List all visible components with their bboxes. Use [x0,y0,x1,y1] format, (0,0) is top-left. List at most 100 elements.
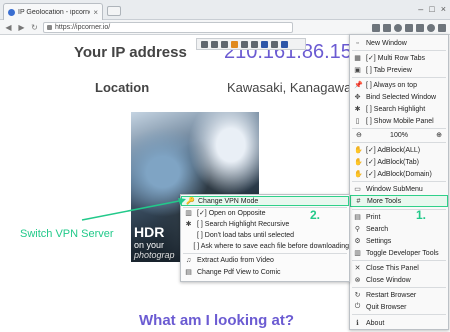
forward-icon[interactable]: ▶ [17,23,26,32]
open-opposite-icon: ▥ [185,210,192,217]
browser-tab[interactable]: IP Geolocation - ipcorne × [3,3,103,20]
submenu-item-change-vpn-mode[interactable]: 🔑 Change VPN Mode [181,196,349,206]
section-heading: What am I looking at? [139,312,295,329]
address-toolbar: ◀ ▶ ↻ https://ipcorner.io/ [0,20,450,35]
menu-divider [352,50,446,51]
multi-row-tabs-icon: ▦ [354,55,361,62]
menu-item-multi-row-tabs[interactable]: ▦ [✓] Multi Row Tabs [350,52,448,64]
menu-item-label: More Tools [367,197,402,205]
more-tools-submenu: 🔑 Change VPN Mode ▥ [✓] Open on Opposite… [180,194,350,282]
adblock-all-icon: ✋ [354,147,363,154]
settings-toolbar-icon[interactable] [427,23,435,32]
image-icon[interactable] [241,40,248,48]
menu-item-label: [✓] AdBlock(ALL) [366,147,421,154]
close-window-icon: ⊗ [354,277,361,284]
photo-caption-1: HDR [134,224,165,240]
menu-item-print[interactable]: ▤ Print [350,211,448,223]
submenu-item-lazy-load-tabs[interactable]: [ ] Don't load tabs until selected [181,230,349,240]
menu-item-settings[interactable]: ⚙ Settings [350,235,448,247]
menu-item-more-tools[interactable]: # More Tools [350,195,448,207]
menu-item-new-window[interactable]: ▫ New Window [350,37,448,49]
history-icon[interactable] [383,23,391,32]
annotation-label: Switch VPN Server [20,228,114,240]
pin-extension-icon[interactable] [271,40,278,48]
screenshot-icon[interactable] [372,23,380,32]
favicon-icon [8,8,15,16]
menu-item-developer-tools[interactable]: ▥ Toggle Developer Tools [350,247,448,259]
menu-item-adblock-all[interactable]: ✋ [✓] AdBlock(ALL) [350,144,448,156]
menu-item-mobile-panel[interactable]: ▯ [ ] Show Mobile Panel [350,115,448,127]
url-bar[interactable]: https://ipcorner.io/ [43,21,293,33]
menu-item-close-window[interactable]: ⊗ Close Window [350,274,448,286]
record-icon[interactable] [211,40,218,48]
window-submenu-icon: ▭ [354,186,361,193]
annotation-step-2: 2. [310,208,321,222]
submenu-item-label: [ ] Ask where to save each file before d… [193,242,349,250]
submenu-item-ask-save-location[interactable]: [ ] Ask where to save each file before d… [181,241,349,251]
menu-divider [352,287,446,288]
menu-item-label: [ ] Search Highlight [366,105,426,113]
print-icon: ▤ [354,214,361,221]
submenu-item-search-highlight-recursive[interactable]: ✱ [ ] Search Highlight Recursive [181,219,349,229]
download-icon[interactable] [416,23,424,32]
menu-item-bind-window[interactable]: ✥ Bind Selected Window [350,91,448,103]
menu-item-label: [✓] AdBlock(Domain) [366,171,432,178]
menu-item-search[interactable]: ⚲ Search [350,223,448,235]
location-label: Location [95,80,150,95]
search-highlight-icon: ✱ [354,106,361,113]
menu-icon[interactable] [438,23,446,32]
menu-item-label: [ ] Always on top [366,81,417,89]
minimize-button[interactable]: – [418,4,423,14]
main-menu: ▫ New Window ▦ [✓] Multi Row Tabs ▣ [ ] … [349,34,449,330]
extract-audio-icon: ♫ [185,256,192,264]
photo-caption-3: photograp [134,250,175,260]
close-window-button[interactable]: × [441,4,446,14]
menu-item-search-highlight[interactable]: ✱ [ ] Search Highlight [350,103,448,115]
submenu-item-label: Change VPN Mode [198,197,259,205]
menu-item-always-on-top[interactable]: 📌 [ ] Always on top [350,79,448,91]
zoom-out-icon[interactable]: ⊖ [356,131,362,139]
url-text: https://ipcorner.io/ [55,23,111,31]
bookmark-icon[interactable] [405,23,413,32]
menu-item-about[interactable]: ℹ About [350,317,448,329]
zoom-control: ⊖ 100% ⊕ [350,129,448,141]
camera-icon[interactable] [394,23,402,32]
capture-icon[interactable] [251,40,258,48]
search-icon: ⚲ [354,226,361,233]
maximize-button[interactable]: □ [429,4,434,14]
menu-item-label: Restart Browser [366,291,417,299]
settings-icon: ⚙ [354,238,361,245]
menu-item-label: [ ] Show Mobile Panel [366,117,434,125]
menu-item-restart-browser[interactable]: ↻ Restart Browser [350,289,448,301]
extension-blue-icon[interactable] [261,40,268,48]
menu-item-adblock-tab[interactable]: ✋ [✓] AdBlock(Tab) [350,156,448,168]
tab-icon[interactable] [221,40,228,48]
menu-item-adblock-domain[interactable]: ✋ [✓] AdBlock(Domain) [350,168,448,180]
adblock-tab-icon: ✋ [354,159,363,166]
gear-icon[interactable] [201,40,208,48]
menu-item-label: Close This Panel [366,264,419,272]
menu-item-label: [✓] Multi Row Tabs [366,55,426,62]
reload-icon[interactable]: ↻ [30,23,39,32]
back-icon[interactable]: ◀ [4,23,13,32]
submenu-item-pdf-comic[interactable]: ▤ Change Pdf View to Comic [181,267,349,277]
menu-item-quit-browser[interactable]: ⏻ Quit Browser [350,301,448,313]
tab-title: IP Geolocation - ipcorne [18,8,91,16]
submenu-item-extract-audio[interactable]: ♫ Extract Audio from Video [181,255,349,265]
new-tab-button[interactable] [107,6,121,16]
menu-divider [352,77,446,78]
menu-item-label: [✓] AdBlock(Tab) [366,159,419,166]
toolbar-icons [372,21,446,34]
flag-icon[interactable] [281,40,288,48]
submenu-item-open-opposite[interactable]: ▥ [✓] Open on Opposite [181,208,349,218]
menu-item-close-panel[interactable]: ✕ Close This Panel [350,262,448,274]
menu-item-tab-preview[interactable]: ▣ [ ] Tab Preview [350,64,448,76]
menu-item-label: Settings [366,237,392,245]
vpn-icon: 🔑 [186,198,195,205]
zoom-in-icon[interactable]: ⊕ [436,131,442,139]
extension-orange-icon[interactable] [231,40,238,48]
menu-item-label: New Window [366,39,407,47]
menu-divider [352,260,446,261]
tab-close-icon[interactable]: × [93,8,98,17]
menu-item-window-submenu[interactable]: ▭ Window SubMenu [350,183,448,195]
